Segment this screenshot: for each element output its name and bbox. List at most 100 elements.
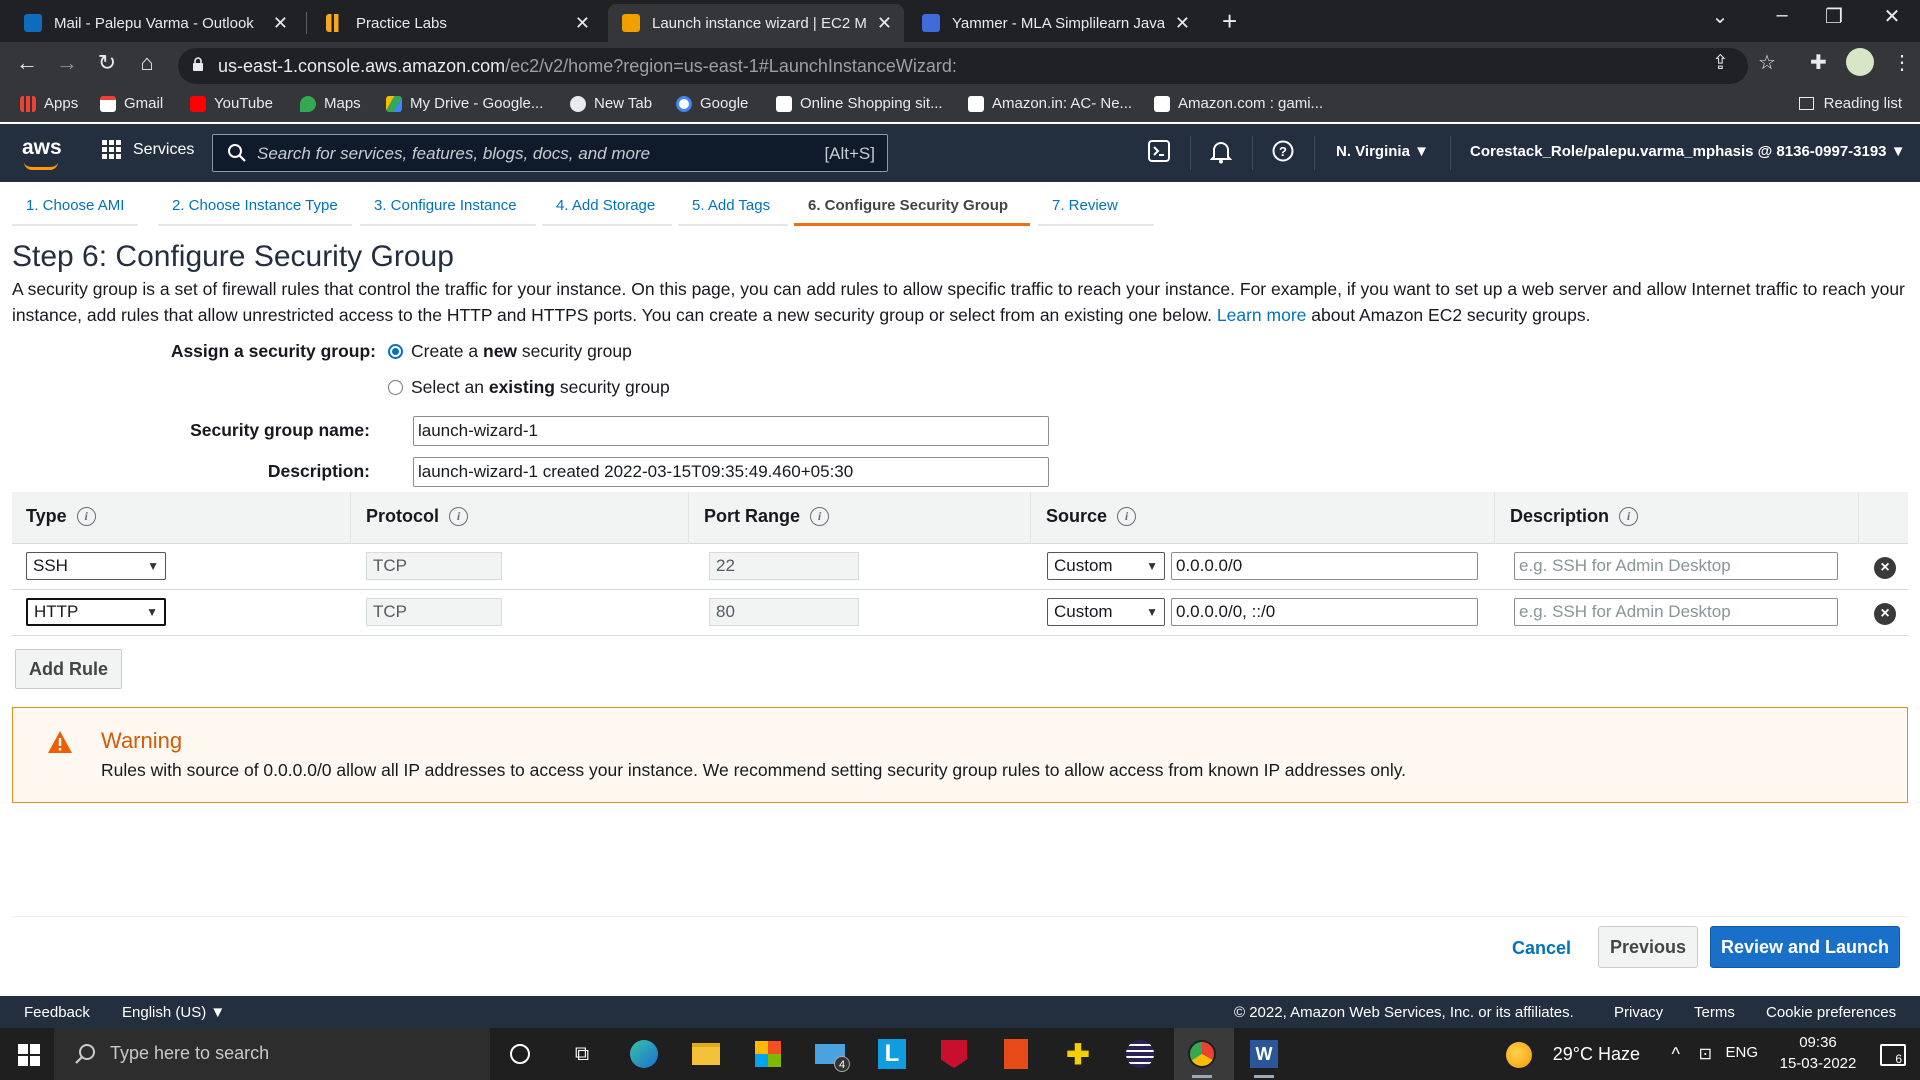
back-arrow-icon[interactable]: ← <box>12 50 42 76</box>
weather-icon[interactable] <box>1506 1042 1532 1068</box>
info-icon[interactable]: i <box>1619 507 1639 526</box>
step-choose-instance-type[interactable]: 2. Choose Instance Type <box>158 186 352 226</box>
sg-description-input[interactable]: launch-wizard-1 created 2022-03-15T09:35… <box>413 457 1049 487</box>
edge-icon[interactable] <box>626 1036 662 1072</box>
app-plus-icon[interactable]: ✚ <box>1060 1036 1096 1072</box>
rule-source-input[interactable]: 0.0.0.0/0, ::/0 <box>1171 598 1478 626</box>
step-add-storage[interactable]: 4. Add Storage <box>542 186 672 226</box>
close-icon[interactable]: ✕ <box>575 13 590 34</box>
step-add-tags[interactable]: 5. Add Tags <box>678 186 788 226</box>
bookmark-new-tab[interactable]: New Tab <box>570 95 652 112</box>
tab-practice-labs[interactable]: Practice Labs ✕ <box>312 4 602 42</box>
restore-icon[interactable]: ❐ <box>1814 4 1854 29</box>
bookmark-youtube[interactable]: YouTube <box>190 95 273 112</box>
account-menu[interactable]: Corestack_Role/palepu.varma_mphasis @ 81… <box>1470 143 1906 160</box>
rule-source-mode-select[interactable]: Custom ▼ <box>1047 598 1165 626</box>
task-view-icon[interactable]: ⧉ <box>564 1036 600 1072</box>
share-icon[interactable]: ⇪ <box>1712 50 1729 75</box>
search-input[interactable]: Search for services, features, blogs, do… <box>212 134 888 172</box>
rule-type-select[interactable]: HTTP ▼ <box>26 598 166 626</box>
close-icon[interactable]: ✕ <box>1175 13 1190 34</box>
radio-checked-icon[interactable] <box>388 344 403 359</box>
step-configure-security-group[interactable]: 6. Configure Security Group <box>794 186 1030 226</box>
language-selector[interactable]: English (US) ▼ <box>122 1004 225 1021</box>
word-icon[interactable]: W <box>1246 1036 1282 1078</box>
radio-create-new[interactable]: Create a new security group <box>388 341 632 362</box>
privacy-link[interactable]: Privacy <box>1614 1004 1663 1021</box>
windows-start-icon[interactable] <box>18 1044 40 1066</box>
cancel-button[interactable]: Cancel <box>1512 938 1571 959</box>
aws-logo[interactable]: aws <box>22 136 62 160</box>
star-icon[interactable]: ☆ <box>1758 50 1776 75</box>
close-icon[interactable]: ✕ <box>877 13 892 34</box>
url-bar[interactable]: us-east-1.console.aws.amazon.com/ec2/v2/… <box>178 48 1748 84</box>
remove-rule-close-icon[interactable]: × <box>1874 557 1896 579</box>
file-explorer-icon[interactable] <box>688 1036 724 1072</box>
services-menu-button[interactable]: Services <box>102 140 194 159</box>
cortana-icon[interactable] <box>502 1036 538 1072</box>
new-tab-plus-icon[interactable]: + <box>1222 6 1237 37</box>
tab-yammer[interactable]: Yammer - MLA Simplilearn Java E ✕ <box>908 4 1202 42</box>
profile-avatar-icon[interactable] <box>1846 48 1874 76</box>
eclipse-icon[interactable] <box>1122 1036 1158 1072</box>
bookmark-amazon-in[interactable]: Amazon.in: AC- Ne... <box>968 95 1132 112</box>
weather-text[interactable]: 29°C Haze <box>1553 1044 1640 1065</box>
close-window-icon[interactable]: ✕ <box>1872 4 1912 29</box>
bookmark-amazon-com[interactable]: Amazon.com : gami... <box>1154 95 1323 112</box>
bookmark-google[interactable]: Google <box>676 95 748 112</box>
sg-name-input[interactable]: launch-wizard-1 <box>413 416 1049 446</box>
step-configure-instance[interactable]: 3. Configure Instance <box>360 186 536 226</box>
tab-outlook[interactable]: Mail - Palepu Varma - Outlook ✕ <box>10 4 300 42</box>
minimize-icon[interactable]: – <box>1762 4 1802 27</box>
rule-description-input[interactable]: e.g. SSH for Admin Desktop <box>1514 552 1838 580</box>
cookie-preferences-link[interactable]: Cookie preferences <box>1766 1004 1896 1021</box>
home-icon[interactable]: ⌂ <box>132 50 162 76</box>
office-icon[interactable] <box>998 1036 1034 1072</box>
info-icon[interactable]: i <box>1117 507 1137 526</box>
radio-select-existing[interactable]: Select an existing security group <box>388 377 670 398</box>
learn-more-link[interactable]: Learn more <box>1217 305 1307 325</box>
taskbar-search-input[interactable]: Type here to search <box>54 1028 490 1080</box>
lync-icon[interactable]: L <box>874 1036 910 1072</box>
rule-type-select[interactable]: SSH ▼ <box>26 552 166 580</box>
mcafee-icon[interactable] <box>936 1036 972 1072</box>
rule-description-input[interactable]: e.g. SSH for Admin Desktop <box>1514 598 1838 626</box>
region-selector[interactable]: N. Virginia ▼ <box>1336 143 1429 160</box>
kebab-menu-icon[interactable]: ⋮ <box>1892 50 1912 75</box>
language-indicator[interactable]: ENG <box>1725 1044 1758 1061</box>
feedback-link[interactable]: Feedback <box>24 1004 90 1021</box>
step-review[interactable]: 7. Review <box>1038 186 1154 226</box>
info-icon[interactable]: i <box>449 507 469 526</box>
network-icon[interactable]: ⊡ <box>1699 1044 1712 1064</box>
chrome-icon[interactable] <box>1184 1036 1220 1078</box>
bookmark-drive[interactable]: My Drive - Google... <box>386 95 543 112</box>
remove-rule-close-icon[interactable]: × <box>1874 603 1896 625</box>
close-icon[interactable]: ✕ <box>273 13 288 34</box>
store-icon[interactable] <box>750 1036 786 1072</box>
mail-icon[interactable]: 4 <box>812 1036 850 1072</box>
clock[interactable]: 09:36 15-03-2022 <box>1770 1034 1866 1072</box>
forward-arrow-icon[interactable]: → <box>52 50 82 76</box>
chevron-up-icon[interactable]: ^ <box>1672 1044 1680 1065</box>
review-and-launch-button[interactable]: Review and Launch <box>1710 926 1900 968</box>
bookmark-maps[interactable]: Maps <box>300 95 361 112</box>
rule-source-mode-select[interactable]: Custom ▼ <box>1047 552 1165 580</box>
bookmark-gmail[interactable]: Gmail <box>100 95 163 112</box>
step-choose-ami[interactable]: 1. Choose AMI <box>12 186 138 226</box>
terms-link[interactable]: Terms <box>1694 1004 1735 1021</box>
bookmark-apps[interactable]: Apps <box>20 95 78 112</box>
radio-unchecked-icon[interactable] <box>388 380 403 395</box>
notification-icon[interactable]: 6 <box>1880 1044 1906 1066</box>
rule-source-input[interactable]: 0.0.0.0/0 <box>1171 552 1478 580</box>
info-icon[interactable]: i <box>76 507 96 526</box>
bookmark-online-shopping[interactable]: Online Shopping sit... <box>776 95 943 112</box>
reading-list-button[interactable]: Reading list <box>1798 95 1902 112</box>
extensions-puzzle-icon[interactable]: ✚ <box>1810 50 1827 75</box>
help-icon[interactable]: ? <box>1272 140 1294 162</box>
previous-button[interactable]: Previous <box>1598 926 1698 968</box>
cloudshell-icon[interactable] <box>1148 140 1170 162</box>
tab-launch-wizard[interactable]: Launch instance wizard | EC2 Ma ✕ <box>608 4 904 42</box>
add-rule-button[interactable]: Add Rule <box>15 649 122 689</box>
info-icon[interactable]: i <box>810 507 830 526</box>
tab-search-chevron-icon[interactable]: ⌄ <box>1700 4 1740 29</box>
